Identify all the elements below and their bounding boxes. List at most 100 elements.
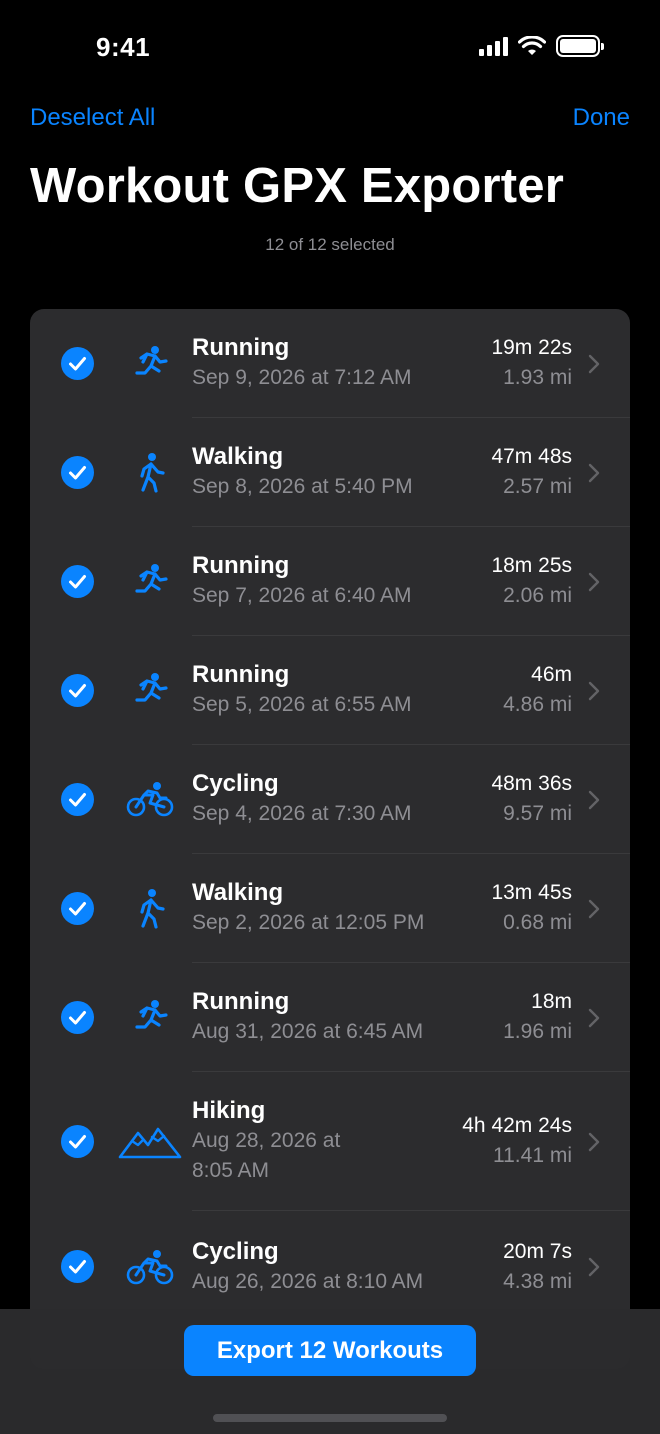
- workout-name: Running: [192, 552, 290, 579]
- selection-count: 12 of 12 selected: [265, 235, 395, 254]
- checkmark-icon[interactable]: [61, 1250, 94, 1283]
- workout-distance: 2.06 mi: [503, 584, 572, 607]
- row-stats: 48m 36s 9.57 mi: [491, 769, 572, 829]
- export-workouts-button[interactable]: Export 12 Workouts: [184, 1325, 476, 1376]
- workout-row[interactable]: Running Aug 31, 2026 at 6:45 AM 18m 1.96…: [30, 963, 630, 1072]
- workout-row[interactable]: Running Sep 7, 2026 at 6:40 AM 18m 25s 2…: [30, 527, 630, 636]
- workout-duration: 18m: [531, 990, 572, 1013]
- workout-name: Running: [192, 988, 290, 1015]
- workout-date: Sep 2, 2026 at 12:05 PM: [192, 911, 425, 934]
- workout-date: Aug 28, 2026 at: [192, 1129, 341, 1152]
- workout-name: Walking: [192, 443, 284, 470]
- row-text: Cycling Aug 26, 2026 at 8:10 AM: [192, 1237, 423, 1297]
- workout-duration: 19m 22s: [491, 336, 572, 359]
- workout-distance: 2.57 mi: [503, 475, 572, 498]
- workout-row[interactable]: Running Sep 9, 2026 at 7:12 AM 19m 22s 1…: [30, 309, 630, 418]
- workout-distance: 4.38 mi: [503, 1270, 572, 1293]
- row-stats: 19m 22s 1.93 mi: [491, 333, 572, 393]
- cellular-signal-icon: [479, 36, 508, 56]
- workout-date: Sep 5, 2026 at 6:55 AM: [192, 693, 412, 716]
- checkmark-icon[interactable]: [61, 565, 94, 598]
- workout-name: Hiking: [192, 1097, 266, 1124]
- workout-date: Sep 8, 2026 at 5:40 PM: [192, 475, 413, 498]
- workout-duration: 4h 42m 24s: [462, 1114, 572, 1137]
- workout-date: Aug 31, 2026 at 6:45 AM: [192, 1020, 424, 1043]
- checkmark-icon[interactable]: [61, 674, 94, 707]
- status-time: 9:41: [96, 32, 151, 62]
- cycling-icon: [126, 782, 174, 817]
- chevron-right-icon: [588, 790, 600, 810]
- checkmark-icon[interactable]: [61, 1125, 94, 1158]
- workout-row[interactable]: Cycling Sep 4, 2026 at 7:30 AM 48m 36s 9…: [30, 745, 630, 854]
- chevron-right-icon: [588, 1132, 600, 1152]
- battery-icon: [556, 35, 604, 57]
- row-stats: 47m 48s 2.57 mi: [491, 442, 572, 502]
- workout-name: Cycling: [192, 770, 279, 797]
- workout-name: Walking: [192, 879, 284, 906]
- row-stats: 13m 45s 0.68 mi: [491, 878, 572, 938]
- row-stats: 18m 25s 2.06 mi: [491, 551, 572, 611]
- workout-distance: 1.96 mi: [503, 1020, 572, 1043]
- chevron-right-icon: [588, 463, 600, 483]
- cycling-icon: [126, 1250, 174, 1285]
- row-text: Running Aug 31, 2026 at 6:45 AM: [192, 987, 423, 1047]
- workout-distance: 0.68 mi: [503, 911, 572, 934]
- workout-name: Cycling: [192, 1238, 279, 1265]
- row-text: Hiking Aug 28, 2026 at 8:05 AM: [192, 1096, 340, 1186]
- running-icon: [135, 1000, 168, 1029]
- page-title: Workout GPX Exporter: [30, 159, 565, 213]
- workout-date: Sep 4, 2026 at 7:30 AM: [192, 802, 412, 825]
- running-icon: [135, 564, 168, 593]
- workout-row[interactable]: Walking Sep 2, 2026 at 12:05 PM 13m 45s …: [30, 854, 630, 963]
- workout-distance: 4.86 mi: [503, 693, 572, 716]
- workout-date-line2: 8:05 AM: [192, 1159, 270, 1182]
- row-text: Walking Sep 2, 2026 at 12:05 PM: [192, 878, 424, 938]
- workout-duration: 13m 45s: [491, 881, 572, 904]
- row-text: Running Sep 5, 2026 at 6:55 AM: [192, 660, 412, 720]
- home-indicator: [213, 1414, 447, 1422]
- workout-date: Sep 7, 2026 at 6:40 AM: [192, 584, 412, 607]
- walking-icon: [140, 453, 165, 493]
- row-stats: 46m 4.86 mi: [503, 660, 572, 720]
- status-icons: [479, 35, 604, 57]
- hiking-icon: [118, 1127, 182, 1159]
- workout-row[interactable]: Cycling Aug 26, 2026 at 8:10 AM 20m 7s 4…: [30, 1211, 630, 1320]
- chevron-right-icon: [588, 572, 600, 592]
- done-button[interactable]: Done: [573, 104, 630, 132]
- running-icon: [135, 346, 168, 375]
- workout-distance: 9.57 mi: [503, 802, 572, 825]
- workout-date: Sep 9, 2026 at 7:12 AM: [192, 366, 412, 389]
- checkmark-icon[interactable]: [61, 1001, 94, 1034]
- workout-name: Running: [192, 334, 290, 361]
- workout-row[interactable]: Walking Sep 8, 2026 at 5:40 PM 47m 48s 2…: [30, 418, 630, 527]
- workout-date: Aug 26, 2026 at 8:10 AM: [192, 1270, 424, 1293]
- screen: 9:41 Deselect All Done Workout GPX Expor…: [0, 0, 660, 1434]
- workout-row[interactable]: Hiking Aug 28, 2026 at 8:05 AM 4h 42m 24…: [30, 1072, 630, 1211]
- status-bar: 9:41: [0, 0, 660, 96]
- row-stats: 18m 1.96 mi: [503, 987, 572, 1047]
- workout-name: Running: [192, 661, 290, 688]
- chevron-right-icon: [588, 681, 600, 701]
- chevron-right-icon: [588, 354, 600, 374]
- checkmark-icon[interactable]: [61, 892, 94, 925]
- running-icon: [135, 673, 168, 702]
- workout-row[interactable]: Running Sep 5, 2026 at 6:55 AM 46m 4.86 …: [30, 636, 630, 745]
- chevron-right-icon: [588, 1008, 600, 1028]
- wifi-icon: [518, 36, 546, 55]
- row-text: Cycling Sep 4, 2026 at 7:30 AM: [192, 769, 412, 829]
- row-text: Running Sep 7, 2026 at 6:40 AM: [192, 551, 412, 611]
- workout-distance: 11.41 mi: [493, 1144, 572, 1167]
- workout-duration: 18m 25s: [491, 554, 572, 577]
- walking-icon: [140, 889, 165, 929]
- workout-distance: 1.93 mi: [503, 366, 572, 389]
- chevron-right-icon: [588, 899, 600, 919]
- row-stats: 4h 42m 24s 11.41 mi: [462, 1111, 572, 1171]
- workout-duration: 20m 7s: [503, 1240, 572, 1263]
- checkmark-icon[interactable]: [61, 347, 94, 380]
- workout-duration: 48m 36s: [491, 772, 572, 795]
- row-stats: 20m 7s 4.38 mi: [503, 1237, 572, 1297]
- deselect-all-button[interactable]: Deselect All: [30, 104, 155, 132]
- checkmark-icon[interactable]: [61, 456, 94, 489]
- row-text: Walking Sep 8, 2026 at 5:40 PM: [192, 442, 413, 502]
- checkmark-icon[interactable]: [61, 783, 94, 816]
